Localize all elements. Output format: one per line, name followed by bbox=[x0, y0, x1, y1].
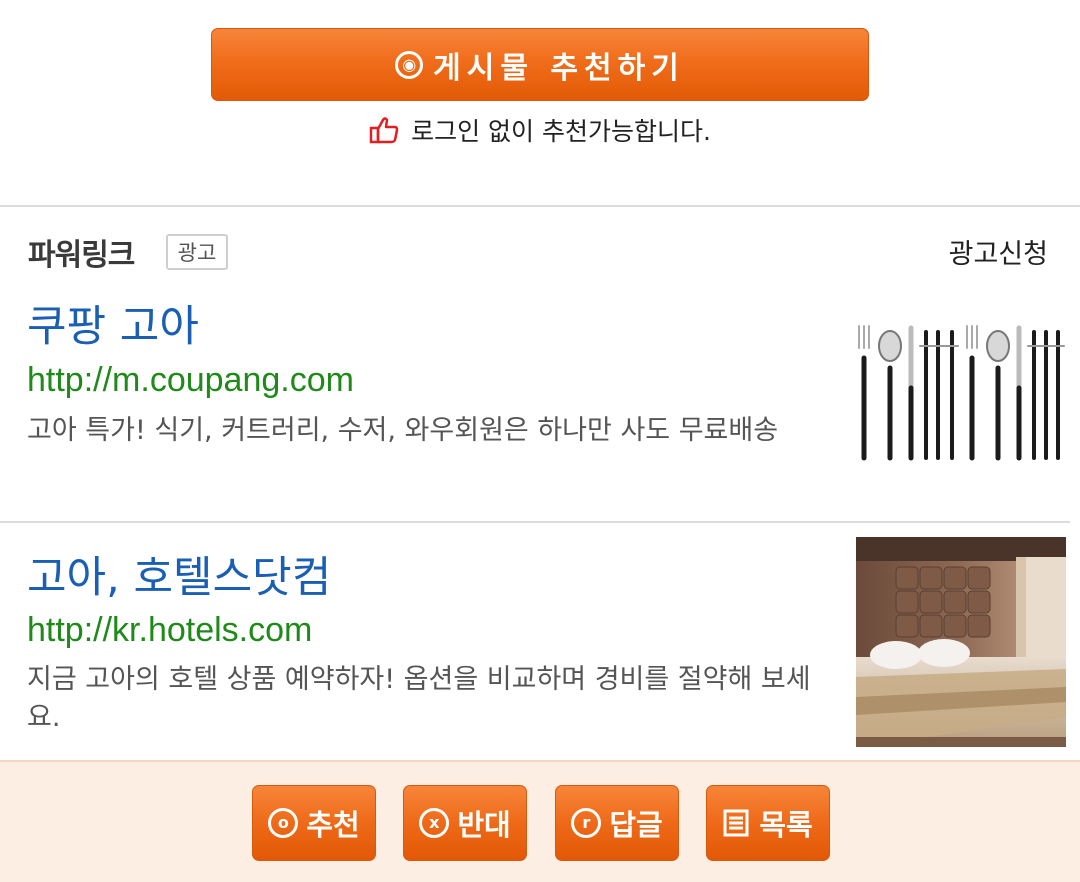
ad-description: 지금 고아의 호텔 상품 예약하자! 옵션을 비교하며 경비를 절약해 보세요. bbox=[27, 664, 811, 733]
cutlery-image[interactable] bbox=[856, 318, 1066, 466]
ad-apply-link[interactable]: 광고신청 bbox=[949, 232, 1048, 271]
recommend-button-label: 추천 bbox=[306, 808, 360, 842]
recommend-section: ◉ 게시물 추천하기 로그인 없이 추천가능합니다. bbox=[0, 0, 1080, 206]
ad-description: 고아 특가! 식기, 커트러리, 수저, 와우회원은 하나만 사도 무료배송 bbox=[27, 415, 779, 446]
oppose-button[interactable]: x 반대 bbox=[403, 785, 527, 861]
hotel-room-image[interactable] bbox=[856, 537, 1066, 747]
oppose-button-label: 반대 bbox=[457, 808, 511, 842]
circle-x-icon: x bbox=[419, 808, 450, 838]
bottom-toolbar: o 추천 x 반대 r 답글 목록 bbox=[0, 760, 1080, 882]
list-button[interactable]: 목록 bbox=[706, 785, 830, 861]
ad-divider bbox=[0, 521, 1070, 523]
reply-button-label: 답글 bbox=[609, 808, 663, 842]
list-button-label: 목록 bbox=[759, 808, 813, 842]
thumbs-up-icon bbox=[369, 117, 399, 144]
circle-r-icon: r bbox=[571, 808, 602, 838]
recommend-button[interactable]: o 추천 bbox=[252, 785, 376, 861]
ad-url[interactable]: http://m.coupang.com bbox=[27, 361, 354, 400]
reply-button[interactable]: r 답글 bbox=[555, 785, 679, 861]
recommend-note-text: 로그인 없이 추천가능합니다. bbox=[411, 117, 711, 146]
ad-badge: 광고 bbox=[166, 234, 228, 270]
powerlink-title: 파워링크 bbox=[28, 238, 135, 273]
circle-o-icon: o bbox=[268, 808, 299, 838]
recommend-note: 로그인 없이 추천가능합니다. bbox=[0, 112, 1080, 148]
recommend-post-label: 게시물 추천하기 bbox=[433, 50, 685, 86]
recommend-post-button[interactable]: ◉ 게시물 추천하기 bbox=[211, 28, 869, 101]
ad-url[interactable]: http://kr.hotels.com bbox=[27, 611, 312, 650]
ad-title[interactable]: 고아, 호텔스닷컴 bbox=[27, 543, 331, 605]
list-icon bbox=[723, 809, 749, 837]
ad-title[interactable]: 쿠팡 고아 bbox=[27, 292, 199, 354]
section-divider bbox=[0, 205, 1080, 207]
powerlink-header: 파워링크 광고 광고신청 bbox=[28, 230, 1048, 274]
circle-dot-icon: ◉ bbox=[395, 50, 424, 79]
page: ◉ 게시물 추천하기 로그인 없이 추천가능합니다. 파워링크 광고 광고신청 … bbox=[0, 0, 1080, 882]
